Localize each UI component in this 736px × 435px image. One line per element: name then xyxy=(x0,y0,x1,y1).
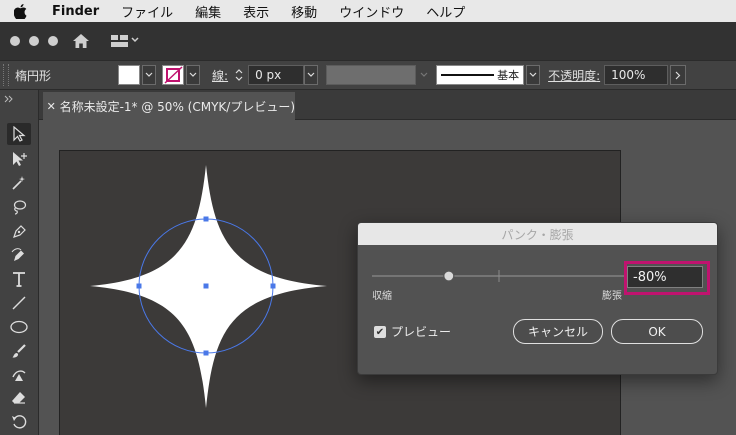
workspace-layout-icon[interactable] xyxy=(110,34,140,48)
value-highlight-annotation xyxy=(624,261,710,295)
amount-slider[interactable] xyxy=(372,268,630,284)
cancel-button[interactable]: キャンセル xyxy=(513,319,603,344)
shaper-tool-icon[interactable] xyxy=(7,364,31,386)
document-tab[interactable]: ✕ 名称未設定-1* @ 50% (CMYK/プレビュー) xyxy=(43,92,295,120)
menu-edit[interactable]: 編集 xyxy=(184,2,232,21)
line-segment-tool-icon[interactable] xyxy=(7,292,31,314)
minimize-window-button[interactable] xyxy=(29,36,39,46)
anchor-point-left[interactable] xyxy=(136,283,142,289)
shape-type-label: 楕円形 xyxy=(15,68,52,83)
brush-definition[interactable]: 基本 xyxy=(436,65,525,85)
brush-stroke-line xyxy=(441,74,495,76)
type-tool-icon[interactable] xyxy=(7,268,31,290)
selection-tool-icon[interactable] xyxy=(7,123,31,145)
menu-bar: Finder ファイル 編集 表示 移動 ウインドウ ヘルプ xyxy=(0,0,736,22)
brush-dropdown[interactable] xyxy=(526,65,541,85)
slider-right-label: 膨張 xyxy=(602,291,622,302)
ellipse-tool-icon[interactable] xyxy=(7,316,31,338)
anchor-point-right[interactable] xyxy=(270,283,276,289)
chevron-down-icon xyxy=(529,72,537,77)
control-bar: 楕円形 線: 0 px 基本 不透明度: 100% xyxy=(0,60,736,90)
checkmark-icon: ✔ xyxy=(375,326,385,338)
stroke-weight-input[interactable]: 0 px xyxy=(248,65,305,85)
menu-view[interactable]: 表示 xyxy=(232,2,280,21)
center-point xyxy=(203,283,209,289)
document-tab-bar: ✕ 名称未設定-1* @ 50% (CMYK/プレビュー) xyxy=(39,90,736,120)
menu-go[interactable]: 移動 xyxy=(280,2,328,21)
menu-window[interactable]: ウインドウ xyxy=(328,2,415,21)
app-bar xyxy=(0,22,736,60)
stroke-dropdown[interactable] xyxy=(186,65,201,85)
eraser-tool-icon[interactable] xyxy=(7,387,31,409)
fill-dropdown[interactable] xyxy=(142,65,157,85)
panel-grip[interactable] xyxy=(3,64,9,86)
preview-label: プレビュー xyxy=(391,325,452,339)
opacity-label[interactable]: 不透明度: xyxy=(548,67,600,84)
slider-left-label: 収縮 xyxy=(372,291,392,302)
paintbrush-tool-icon[interactable] xyxy=(7,340,31,362)
dialog-title: パンク・膨張 xyxy=(358,223,717,245)
apple-icon[interactable] xyxy=(0,3,40,19)
slider-thumb[interactable] xyxy=(443,270,455,282)
direct-selection-tool-icon[interactable] xyxy=(7,148,31,170)
rotate-tool-icon[interactable] xyxy=(7,411,31,433)
document-tab-title: 名称未設定-1* @ 50% (CMYK/プレビュー) xyxy=(59,99,295,114)
fill-swatch[interactable] xyxy=(118,65,141,85)
stroke-weight-dropdown[interactable] xyxy=(304,65,319,85)
punk-star-shape[interactable] xyxy=(76,160,336,410)
chevron-down-icon xyxy=(189,72,197,77)
variable-width-profile[interactable] xyxy=(326,65,417,85)
home-icon[interactable] xyxy=(72,32,90,50)
tools-panel xyxy=(0,90,39,435)
stroke-weight-stepper[interactable] xyxy=(233,65,245,85)
preview-checkbox[interactable]: ✔ xyxy=(374,326,386,338)
opacity-flyout-button[interactable] xyxy=(670,65,687,85)
chevron-right-icon xyxy=(675,71,681,79)
menu-file[interactable]: ファイル xyxy=(110,2,184,21)
opacity-input[interactable]: 100% xyxy=(604,65,669,85)
stroke-weight-label[interactable]: 線: xyxy=(212,67,228,84)
curvature-tool-icon[interactable] xyxy=(7,244,31,266)
chevron-down-icon xyxy=(307,72,315,77)
stroke-swatch[interactable] xyxy=(162,65,185,85)
anchor-point-top[interactable] xyxy=(203,216,209,222)
chevron-down-icon xyxy=(145,72,153,77)
variable-width-dropdown xyxy=(418,72,430,78)
pucker-bloat-dialog: パンク・膨張 収縮 膨張 -80% ✔ プレビュー キャンセル OK xyxy=(357,222,718,375)
pen-tool-icon[interactable] xyxy=(7,221,31,243)
close-tab-icon[interactable]: ✕ xyxy=(43,100,60,113)
close-window-button[interactable] xyxy=(10,36,20,46)
ok-button[interactable]: OK xyxy=(611,319,703,344)
collapse-panel-icon[interactable] xyxy=(3,92,15,103)
menu-help[interactable]: ヘルプ xyxy=(415,2,476,21)
anchor-point-bottom[interactable] xyxy=(203,350,209,356)
magic-wand-tool-icon[interactable] xyxy=(7,172,31,194)
lasso-tool-icon[interactable] xyxy=(7,196,31,218)
chevron-down-icon xyxy=(420,72,428,77)
zoom-window-button[interactable] xyxy=(48,36,58,46)
menu-finder[interactable]: Finder xyxy=(40,4,110,19)
